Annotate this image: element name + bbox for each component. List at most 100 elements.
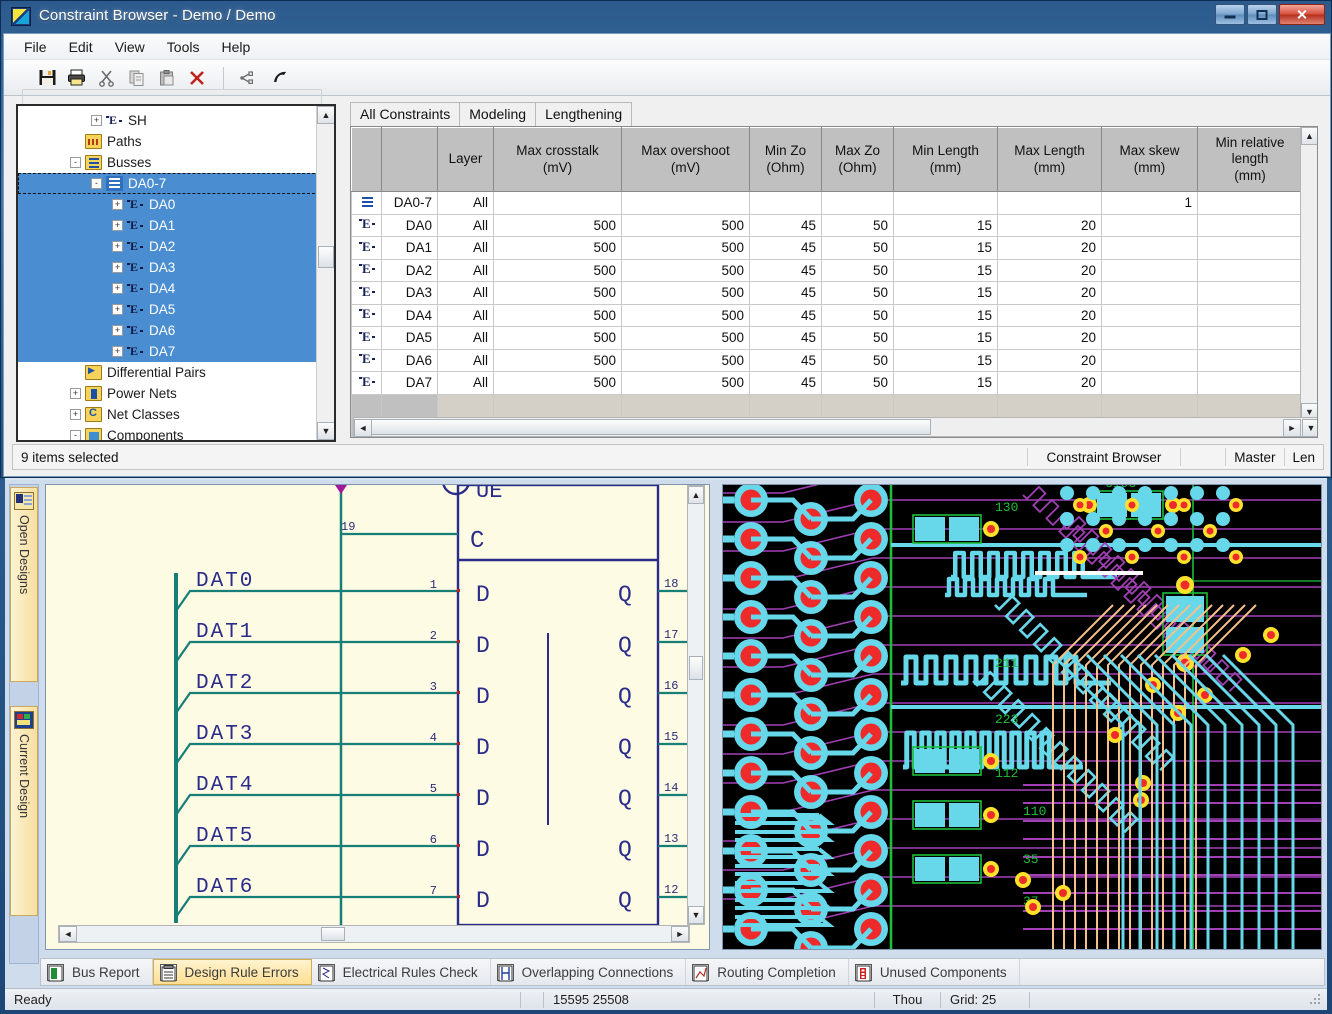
cell-min-length[interactable]: 15 [894, 327, 998, 350]
grid-scroll-up-button[interactable]: ▲ [1301, 127, 1318, 145]
pcb-canvas[interactable]: C1931302112231121103537 [723, 485, 1321, 949]
row-layer-cell[interactable]: All [438, 237, 494, 260]
grid-vertical-scrollbar[interactable]: ▲ ▼ [1300, 127, 1317, 421]
cell-max-skew[interactable] [1102, 259, 1198, 282]
table-row[interactable]: DA0All50050045501520 [352, 214, 1303, 237]
tree-item-da0[interactable]: +DA0 [18, 194, 320, 215]
cell-max-zo[interactable]: 50 [822, 304, 894, 327]
cell-max-length[interactable]: 20 [998, 304, 1102, 327]
tree-expander-busses[interactable]: - [70, 157, 81, 168]
tree-item-busses[interactable]: -Busses [18, 152, 320, 173]
cell-max-length[interactable]: 20 [998, 349, 1102, 372]
cell-min-relative-length[interactable] [1198, 304, 1303, 327]
cell-max-length[interactable]: 20 [998, 282, 1102, 305]
row-name-cell[interactable]: DA2 [382, 259, 438, 282]
maximize-button[interactable] [1247, 4, 1277, 25]
tree-item-da5[interactable]: +DA5 [18, 299, 320, 320]
grid-header-max-zo[interactable]: Max Zo(Ohm) [822, 128, 894, 192]
cell-max-zo[interactable]: 50 [822, 237, 894, 260]
tree-expander-da6[interactable]: + [112, 325, 123, 336]
tree-item-differential-pairs[interactable]: Differential Pairs [18, 362, 320, 383]
row-name-cell[interactable]: DA7 [382, 372, 438, 395]
schematic-pane[interactable]: DAT0DAT1DAT2DAT3DAT4DAT5DAT6UEC191DQ182D… [45, 484, 710, 950]
cell-max-length[interactable]: 20 [998, 214, 1102, 237]
row-name-cell[interactable]: DA1 [382, 237, 438, 260]
cell-max-length[interactable]: 20 [998, 327, 1102, 350]
cell-max-overshoot[interactable]: 500 [622, 214, 750, 237]
tree-item-sh[interactable]: +SH [18, 110, 320, 131]
tree-expander-da5[interactable]: + [112, 304, 123, 315]
menu-help[interactable]: Help [211, 36, 260, 58]
tree-expander-sh[interactable]: + [91, 115, 102, 126]
tree-scroll-down-button[interactable]: ▼ [317, 422, 335, 440]
grid-header-min-relative[interactable]: Min relativelength(mm) [1198, 128, 1303, 192]
tree-item-da6[interactable]: +DA6 [18, 320, 320, 341]
schematic-horizontal-scrollbar[interactable]: ◄ ► [58, 925, 690, 943]
tree-item-da0-7[interactable]: -DA0-7 [18, 173, 320, 194]
row-name-cell[interactable]: DA3 [382, 282, 438, 305]
menu-file[interactable]: File [14, 36, 57, 58]
cell-min-zo[interactable]: 45 [750, 282, 822, 305]
constraint-tabs[interactable]: All ConstraintsModelingLengthening [348, 100, 1320, 126]
cell-min-zo[interactable]: 45 [750, 214, 822, 237]
cell-max-overshoot[interactable]: 500 [622, 259, 750, 282]
cell-min-zo[interactable]: 45 [750, 259, 822, 282]
row-name-cell[interactable]: DA6 [382, 349, 438, 372]
cell-max-skew[interactable] [1102, 372, 1198, 395]
constraints-grid[interactable]: LayerMax crosstalk(mV)Max overshoot(mV)M… [350, 126, 1318, 438]
grid-header-max-skew[interactable]: Max skew(mm) [1102, 128, 1198, 192]
tree-expander-da4[interactable]: + [112, 283, 123, 294]
cell-max-zo[interactable]: 50 [822, 259, 894, 282]
cell-max-zo[interactable]: 50 [822, 349, 894, 372]
tab-all-constraints[interactable]: All Constraints [350, 102, 460, 126]
cell-max-crosstalk[interactable]: 500 [494, 282, 622, 305]
cell-min-length[interactable]: 15 [894, 259, 998, 282]
grid-scroll-down-button2[interactable]: ▼ [1302, 419, 1318, 437]
cell-min-relative-length[interactable] [1198, 192, 1303, 215]
grid-scroll-right-button[interactable]: ► [1283, 419, 1301, 437]
cut-button[interactable] [92, 64, 122, 92]
row-name-cell[interactable]: DA0 [382, 214, 438, 237]
cell-min-length[interactable] [894, 192, 998, 215]
grid-header-min-zo[interactable]: Min Zo(Ohm) [750, 128, 822, 192]
cell-max-overshoot[interactable]: 500 [622, 304, 750, 327]
cell-max-length[interactable]: 20 [998, 259, 1102, 282]
report-button-unused-components[interactable]: Unused Components [849, 959, 1020, 985]
row-layer-cell[interactable]: All [438, 282, 494, 305]
cell-min-zo[interactable] [750, 192, 822, 215]
paste-button[interactable] [152, 64, 182, 92]
side-tab-current-design[interactable]: Current Design [10, 706, 38, 916]
report-button-bus-report[interactable]: Bus Report [41, 959, 153, 985]
menu-tools[interactable]: Tools [157, 36, 210, 58]
tree-scroll-thumb[interactable] [318, 246, 334, 268]
tree-vertical-scrollbar[interactable]: ▲ ▼ [316, 106, 334, 440]
delete-button[interactable] [182, 64, 212, 92]
copy-button[interactable] [122, 64, 152, 92]
report-button-electrical-rules-check[interactable]: Electrical Rules Check [312, 959, 491, 985]
report-toolbar[interactable]: Bus ReportDesign Rule ErrorsElectrical R… [40, 958, 1325, 986]
cell-max-zo[interactable]: 50 [822, 372, 894, 395]
row-layer-cell[interactable]: All [438, 192, 494, 215]
cell-max-skew[interactable] [1102, 327, 1198, 350]
print-button[interactable] [62, 64, 92, 92]
menu-view[interactable]: View [105, 36, 155, 58]
cell-max-skew[interactable]: 1 [1102, 192, 1198, 215]
cell-max-skew[interactable] [1102, 349, 1198, 372]
table-row[interactable]: DA0-7All1 [352, 192, 1303, 215]
cell-min-zo[interactable]: 45 [750, 304, 822, 327]
tab-modeling[interactable]: Modeling [459, 102, 536, 126]
table-row[interactable]: DA1All50050045501520 [352, 237, 1303, 260]
grid-header-layer[interactable]: Layer [438, 128, 494, 192]
cell-min-relative-length[interactable] [1198, 259, 1303, 282]
cell-min-length[interactable]: 15 [894, 237, 998, 260]
tab-lengthening[interactable]: Lengthening [535, 102, 632, 126]
grid-scroll-left-button[interactable]: ◄ [354, 419, 372, 437]
report-button-overlapping-connections[interactable]: Overlapping Connections [491, 959, 687, 985]
cell-max-overshoot[interactable]: 500 [622, 372, 750, 395]
tree-item-da4[interactable]: +DA4 [18, 278, 320, 299]
close-button[interactable]: ✕ [1279, 4, 1325, 25]
cell-max-skew[interactable] [1102, 282, 1198, 305]
cell-min-length[interactable]: 15 [894, 349, 998, 372]
cell-max-overshoot[interactable]: 500 [622, 237, 750, 260]
table-row[interactable]: DA3All50050045501520 [352, 282, 1303, 305]
